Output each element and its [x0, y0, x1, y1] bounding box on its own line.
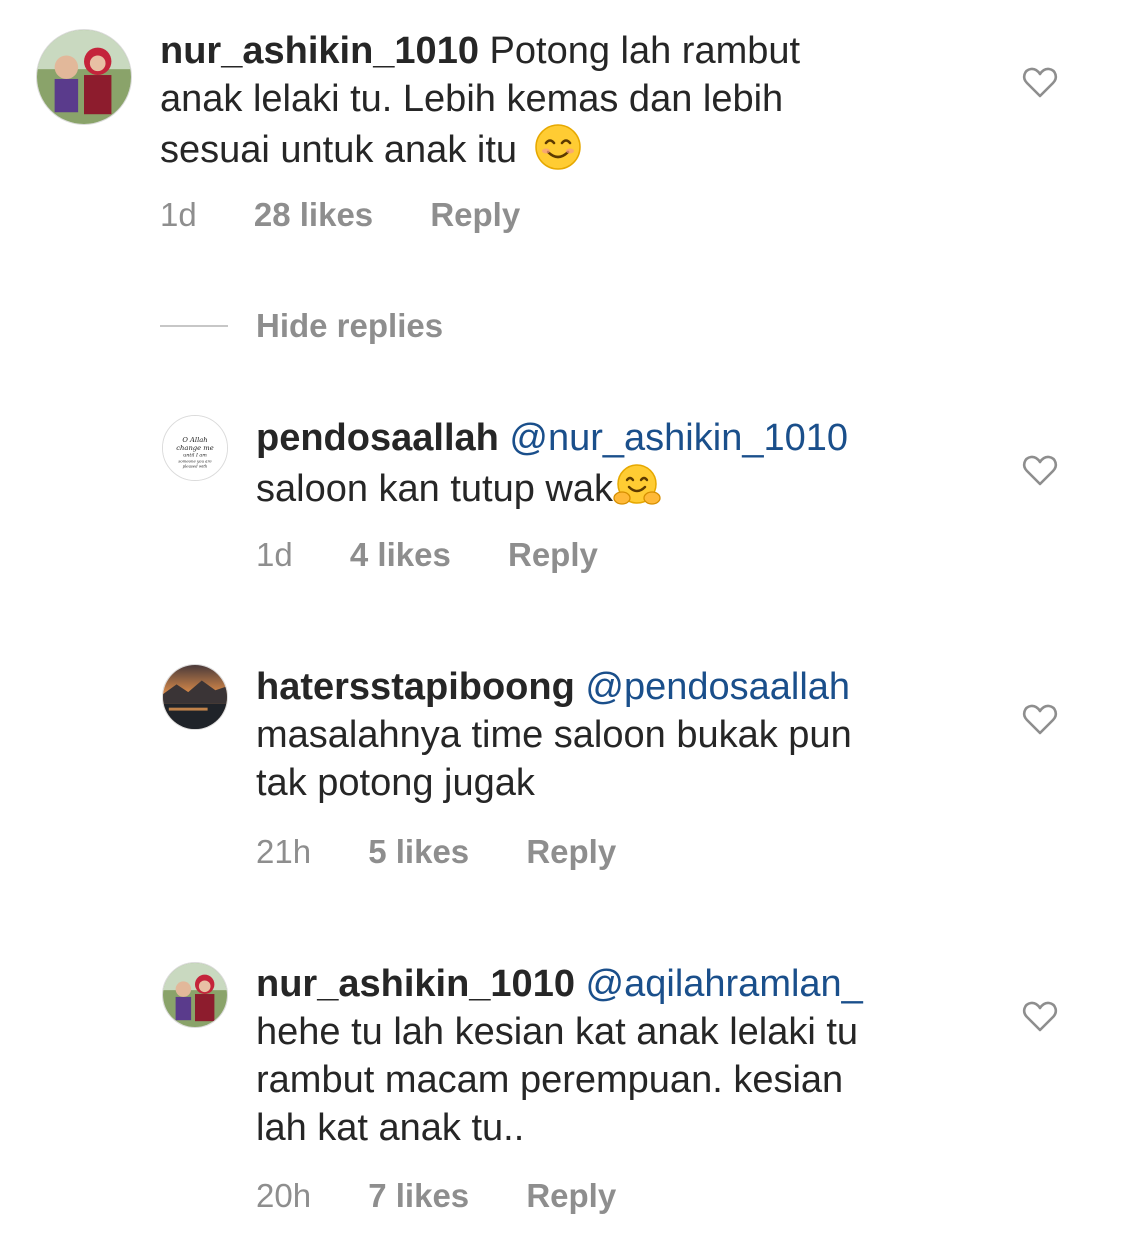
comment-text: hatersstapiboong @pendosaallah masalahny… [256, 663, 996, 807]
divider-line [160, 325, 228, 327]
comment-time: 20h [256, 1177, 312, 1214]
comment-time: 21h [256, 833, 312, 870]
avatar[interactable] [162, 664, 228, 730]
comment-meta: 20h 7 likes Reply [256, 1177, 664, 1215]
comment-line: tak potong jugak [256, 762, 535, 804]
likes-count[interactable]: 28 likes [254, 196, 373, 234]
heart-icon[interactable] [1020, 450, 1060, 490]
comment-meta: 1d 4 likes Reply [256, 536, 646, 574]
comment-line: sesuai untuk anak itu [160, 129, 518, 171]
comment-text: pendosaallah @nur_ashikin_1010 saloon ka… [256, 414, 996, 513]
comment-text: nur_ashikin_1010 Potong lah rambut anak … [160, 27, 1000, 174]
likes-count[interactable]: 5 likes [368, 833, 469, 871]
comment-line: hehe tu lah kesian kat anak lelaki tu [256, 1011, 859, 1053]
reply-button[interactable]: Reply [508, 536, 598, 574]
comment-line: lah kat anak tu.. [256, 1107, 525, 1149]
hide-replies-button[interactable]: Hide replies [160, 304, 443, 348]
svg-text:change me: change me [176, 444, 213, 452]
hide-replies-label: Hide replies [256, 307, 444, 344]
comment-meta: 21h 5 likes Reply [256, 833, 664, 871]
comment-line: Potong lah rambut [489, 30, 801, 72]
comment-meta: 1d 28 likes Reply [160, 196, 568, 234]
smiling-face-icon [534, 123, 582, 171]
mention-link[interactable]: @nur_ashikin_1010 [509, 417, 848, 459]
svg-text:O Allah: O Allah [182, 436, 207, 444]
comment-line: rambut macam perempuan. kesian [256, 1059, 844, 1101]
comment-text: nur_ashikin_1010 @aqilahramlan_ hehe tu … [256, 960, 996, 1152]
comment-line: masalahnya time saloon bukak pun [256, 714, 852, 756]
likes-count[interactable]: 7 likes [368, 1177, 469, 1215]
hugging-face-icon [613, 462, 661, 510]
mention-link[interactable]: @pendosaallah [585, 666, 850, 708]
reply-button[interactable]: Reply [526, 833, 616, 871]
comment-username[interactable]: pendosaallah [256, 417, 499, 459]
heart-icon[interactable] [1020, 996, 1060, 1036]
comment-time: 1d [256, 536, 293, 573]
comment-line: anak lelaki tu. Lebih kemas dan lebih [160, 78, 784, 120]
mention-link[interactable]: @aqilahramlan_ [586, 963, 863, 1005]
avatar[interactable] [36, 29, 132, 125]
comment-line: saloon kan tutup wak [256, 468, 614, 510]
comment-username[interactable]: nur_ashikin_1010 [160, 30, 479, 72]
comment-time: 1d [160, 196, 197, 233]
comment-username[interactable]: hatersstapiboong [256, 666, 575, 708]
comment-username[interactable]: nur_ashikin_1010 [256, 963, 575, 1005]
reply-button[interactable]: Reply [526, 1177, 616, 1215]
reply-button[interactable]: Reply [430, 196, 520, 234]
svg-text:pleased with: pleased with [183, 463, 208, 468]
likes-count[interactable]: 4 likes [350, 536, 451, 574]
avatar[interactable]: O Allah change me until I am someone you… [162, 415, 228, 481]
heart-icon[interactable] [1020, 62, 1060, 102]
avatar[interactable] [162, 962, 228, 1028]
heart-icon[interactable] [1020, 699, 1060, 739]
